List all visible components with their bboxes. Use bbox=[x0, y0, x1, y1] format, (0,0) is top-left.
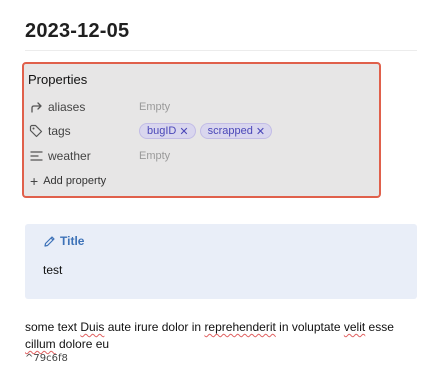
property-key-aliases[interactable]: aliases bbox=[48, 100, 85, 114]
property-value-aliases[interactable]: Empty bbox=[139, 101, 170, 113]
title-divider bbox=[25, 50, 417, 51]
paragraph[interactable]: some text Duis aute irure dolor in repre… bbox=[25, 319, 420, 353]
properties-heading[interactable]: Properties bbox=[28, 72, 87, 87]
block-id: ^79c6f8 bbox=[25, 353, 68, 364]
tag-label: bugID bbox=[147, 125, 177, 137]
remove-tag-icon[interactable]: ✕ bbox=[179, 125, 188, 138]
add-property-button[interactable]: + Add property bbox=[30, 174, 106, 188]
properties-panel: Properties aliases Empty tags bugID ✕ sc… bbox=[22, 62, 381, 198]
text-lines-icon bbox=[28, 148, 44, 164]
property-key-weather[interactable]: weather bbox=[48, 149, 91, 163]
misspelled-word[interactable]: velit bbox=[344, 320, 365, 334]
property-value-tags: bugID ✕ scrapped ✕ bbox=[139, 123, 276, 139]
misspelled-word[interactable]: cillum bbox=[25, 337, 56, 351]
property-row-aliases[interactable]: aliases Empty bbox=[28, 97, 368, 117]
add-property-label: Add property bbox=[43, 175, 107, 187]
tag-label: scrapped bbox=[207, 125, 253, 137]
callout-body[interactable]: test bbox=[43, 263, 62, 277]
note-title[interactable]: 2023-12-05 bbox=[25, 20, 129, 43]
tag-pill-scrapped[interactable]: scrapped ✕ bbox=[199, 123, 273, 139]
callout-block[interactable]: Title test bbox=[25, 224, 417, 299]
property-key-tags[interactable]: tags bbox=[48, 124, 71, 138]
paragraph-text: dolore eu bbox=[55, 337, 110, 351]
paragraph-text: aute irure dolor in bbox=[104, 320, 205, 334]
paragraph-prefix: some text bbox=[25, 320, 81, 334]
tag-icon bbox=[28, 123, 44, 139]
callout-title-text: Title bbox=[60, 234, 85, 248]
plus-icon: + bbox=[30, 173, 39, 189]
callout-title[interactable]: Title bbox=[43, 234, 84, 248]
property-row-tags[interactable]: tags bugID ✕ scrapped ✕ bbox=[28, 121, 368, 141]
pencil-icon bbox=[44, 235, 55, 247]
tag-pill-bugid[interactable]: bugID ✕ bbox=[139, 123, 196, 139]
property-value-weather[interactable]: Empty bbox=[139, 150, 170, 162]
forward-arrow-icon bbox=[28, 99, 44, 115]
paragraph-text: in voluptate bbox=[275, 320, 344, 334]
misspelled-word[interactable]: reprehenderit bbox=[204, 320, 275, 334]
remove-tag-icon[interactable]: ✕ bbox=[256, 125, 265, 138]
note-page: 2023-12-05 Properties aliases Empty tags bbox=[0, 0, 447, 375]
paragraph-text: esse bbox=[365, 320, 394, 334]
misspelled-word[interactable]: Duis bbox=[80, 320, 104, 334]
property-row-weather[interactable]: weather Empty bbox=[28, 146, 368, 166]
